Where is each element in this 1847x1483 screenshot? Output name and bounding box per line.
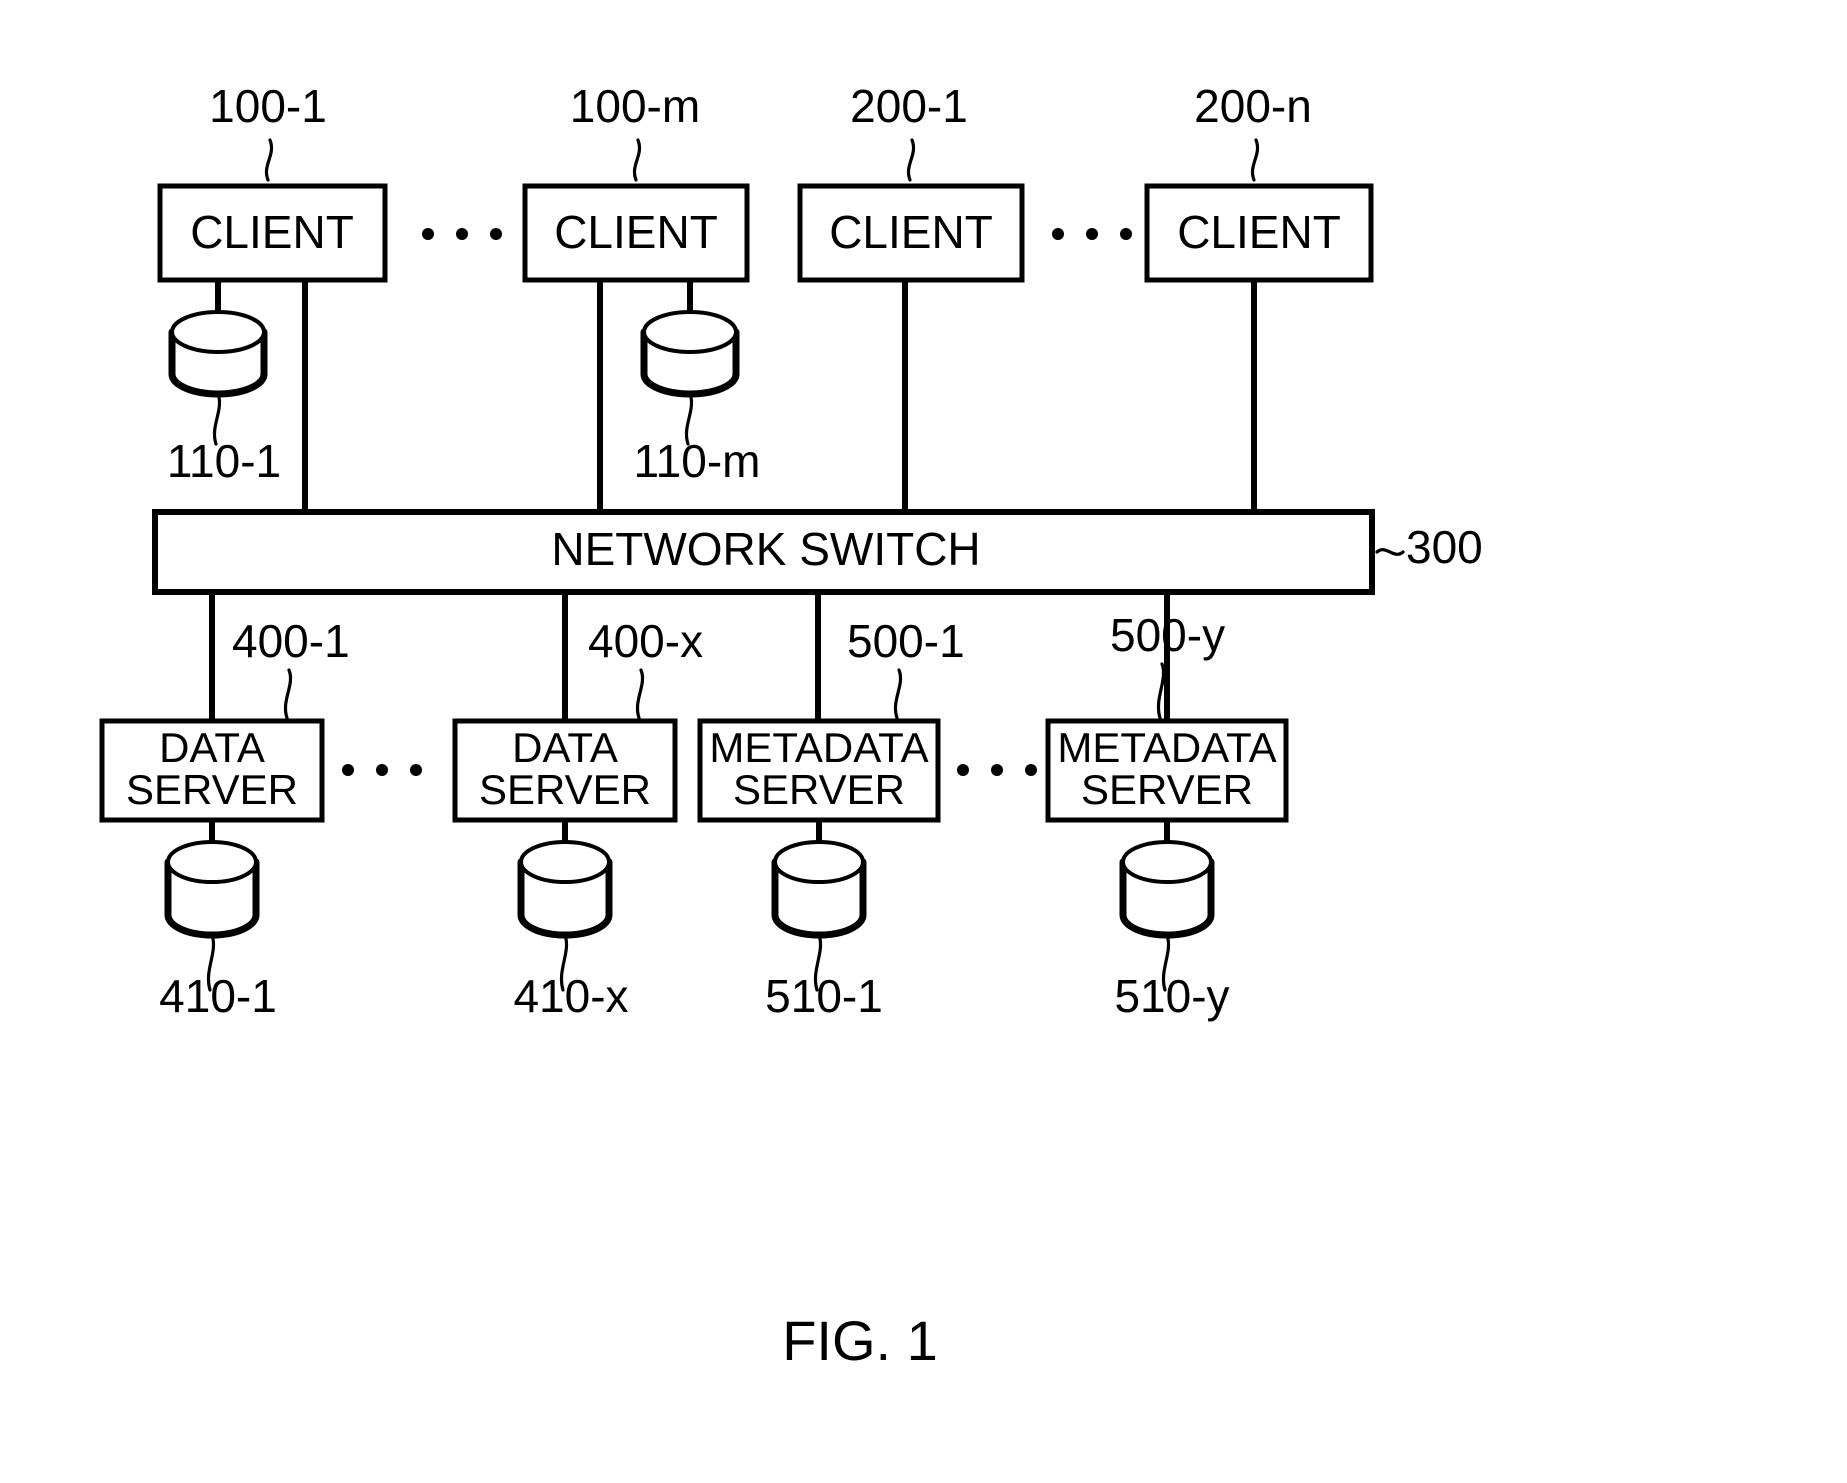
leader-line-500-1 xyxy=(894,668,902,720)
ref-label-410-x: 410-x xyxy=(513,970,628,1022)
ref-label-100-1: 100-1 xyxy=(209,80,327,132)
data-server-node-400-1[interactable]: DATA SERVER xyxy=(99,718,325,823)
figure-caption: FIG. 1 xyxy=(782,1309,938,1372)
figure-page: CLIENT 100-1 CLIENT 100-m CLIENT 200-1 C… xyxy=(0,0,1847,1483)
leader-line-200-1 xyxy=(907,138,915,182)
ref-label-110-m: 110-m xyxy=(634,435,761,487)
leader-line-300 xyxy=(1375,548,1405,556)
storage-cylinder-110-1 xyxy=(168,310,268,398)
client-node-100-m[interactable]: CLIENT xyxy=(522,183,750,283)
data-server-box-400-x-line1: DATA xyxy=(512,724,618,771)
data-server-box-400-1-line1: DATA xyxy=(159,724,265,771)
ref-label-500-y: 500-y xyxy=(1110,609,1225,661)
leader-line-200-n xyxy=(1251,138,1259,182)
client-node-100-1[interactable]: CLIENT xyxy=(157,183,388,283)
leader-line-500-y xyxy=(1157,662,1165,720)
client-node-200-n[interactable]: CLIENT xyxy=(1144,183,1374,283)
leader-line-400-x xyxy=(636,668,644,720)
metadata-server-node-500-1[interactable]: METADATA SERVER xyxy=(697,718,941,823)
client-box-100-m-label: CLIENT xyxy=(554,206,718,258)
ref-label-500-1: 500-1 xyxy=(847,615,965,667)
ref-label-110-1: 110-1 xyxy=(167,435,281,487)
ellipsis-servers-data xyxy=(342,764,422,776)
metadata-server-box-500-y-line1: METADATA xyxy=(1057,724,1276,771)
ellipsis-servers-metadata xyxy=(957,764,1037,776)
metadata-server-box-500-y-line2: SERVER xyxy=(1081,766,1253,813)
client-node-200-1[interactable]: CLIENT xyxy=(797,183,1025,283)
leader-line-400-1 xyxy=(284,668,292,720)
data-server-box-400-x-line2: SERVER xyxy=(479,766,651,813)
network-switch-label: NETWORK SWITCH xyxy=(551,523,980,575)
leader-line-100-m xyxy=(633,138,641,182)
metadata-server-box-500-1-line2: SERVER xyxy=(733,766,905,813)
ref-label-410-1: 410-1 xyxy=(159,970,277,1022)
metadata-server-box-500-1-line1: METADATA xyxy=(709,724,928,771)
ref-label-510-y: 510-y xyxy=(1114,970,1229,1022)
client-box-100-1-label: CLIENT xyxy=(190,206,354,258)
data-server-box-400-1-line2: SERVER xyxy=(126,766,298,813)
storage-cylinder-110-m xyxy=(640,310,740,398)
ellipsis-clients-top-left xyxy=(422,228,502,240)
client-box-200-1-label: CLIENT xyxy=(829,206,993,258)
ellipsis-clients-top-right xyxy=(1052,228,1132,240)
ref-label-400-1: 400-1 xyxy=(232,615,350,667)
leader-line-100-1 xyxy=(265,138,273,182)
storage-cylinder-410-x xyxy=(517,840,613,939)
storage-cylinder-510-y xyxy=(1119,840,1215,939)
data-server-node-400-x[interactable]: DATA SERVER xyxy=(452,718,678,823)
ref-label-400-x: 400-x xyxy=(588,615,703,667)
metadata-server-node-500-y[interactable]: METADATA SERVER xyxy=(1045,718,1289,823)
ref-label-300: 300 xyxy=(1406,521,1483,573)
ref-label-200-n: 200-n xyxy=(1194,80,1312,132)
ref-label-100-m: 100-m xyxy=(570,80,700,132)
ref-label-510-1: 510-1 xyxy=(765,970,883,1022)
network-switch[interactable]: NETWORK SWITCH xyxy=(152,509,1375,595)
client-box-200-n-label: CLIENT xyxy=(1177,206,1341,258)
storage-cylinder-510-1 xyxy=(771,840,867,939)
storage-cylinder-410-1 xyxy=(164,840,260,939)
patent-figure-1: CLIENT 100-1 CLIENT 100-m CLIENT 200-1 C… xyxy=(99,80,1483,1372)
ref-label-200-1: 200-1 xyxy=(850,80,968,132)
